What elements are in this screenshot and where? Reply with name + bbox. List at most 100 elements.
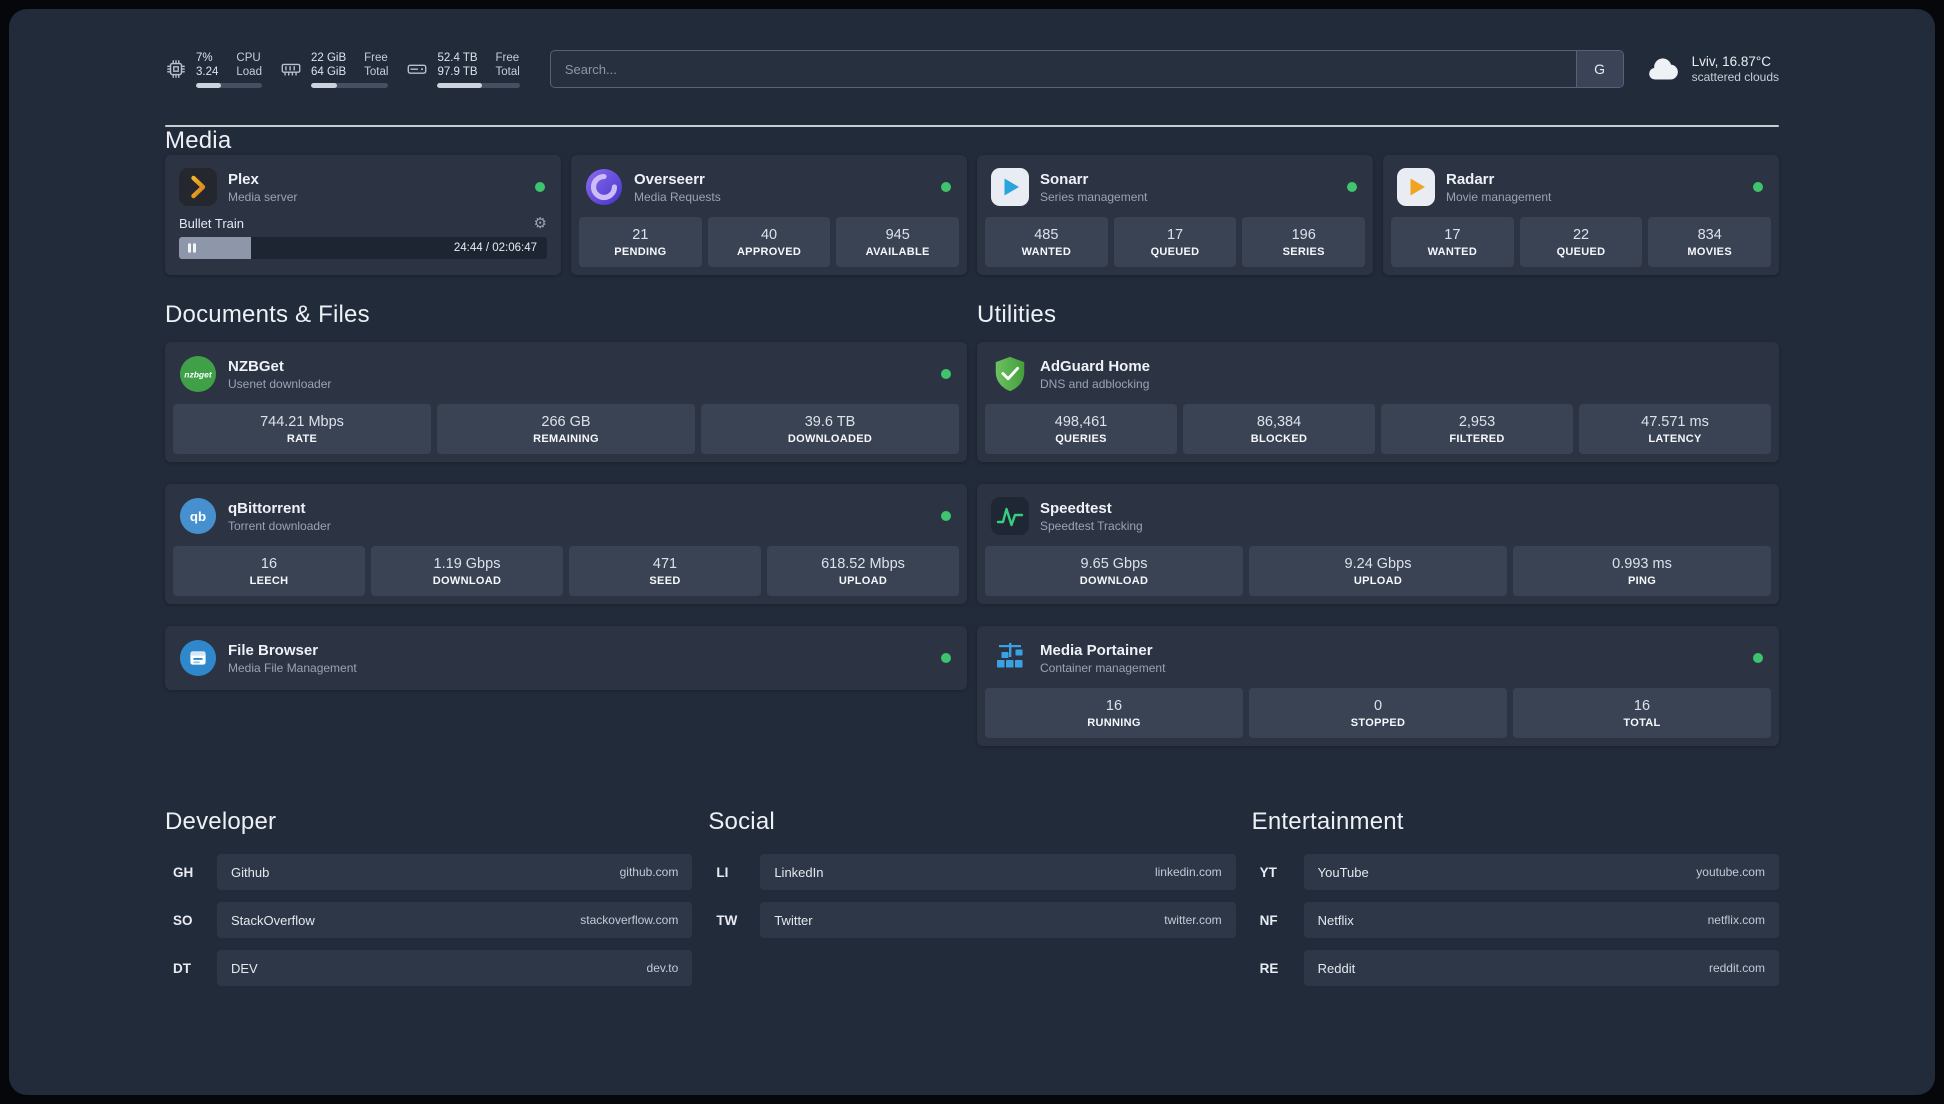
app-card-radarr[interactable]: Radarr Movie management 17 WANTED 22 QUEUE… [1383,155,1779,275]
bookmark-abbr: SO [173,912,193,928]
bookmark-heading-entertainment: Entertainment [1251,808,1404,835]
stat-tile: 1.19 Gbps DOWNLOAD [371,546,563,596]
app-stats: 9.65 Gbps DOWNLOAD 9.24 Gbps UPLOAD 0.993 … [985,546,1771,596]
stat-tile: 471 SEED [569,546,761,596]
app-title: NZBGet [228,357,284,375]
bookmarks-section: Developer GH Github github.com SO StackOv… [165,808,1779,1028]
app-card-plex[interactable]: Plex Media server Bullet Train ⚙ 24:44 /… [165,155,561,275]
app-stats: 744.21 Mbps RATE 266 GB REMAINING 39.6 TB D… [173,404,959,454]
media-card-row: Plex Media server Bullet Train ⚙ 24:44 /… [165,155,1779,275]
stat-tile: 744.21 Mbps RATE [173,404,431,454]
bookmark-name: DEV [231,960,258,976]
pause-icon[interactable] [188,243,196,253]
cpu-icon [165,58,187,80]
stat-tile: 498,461 QUERIES [985,404,1177,454]
ram-monitor: 22 GiB 64 GiB Free Total [280,51,389,88]
bookmark-url: twitter.com [1164,913,1222,927]
search-engine-button[interactable]: G [1575,51,1623,87]
track-title: Bullet Train [179,215,245,231]
app-card-nzbget[interactable]: nzbget NZBGet Usenet downloader 744.21 M… [165,342,967,462]
system-monitors: 7% 3.24 CPU Load 22 GiB 64 GiB Free Tota… [165,51,520,88]
bookmark-reddit[interactable]: RE Reddit reddit.com [1252,950,1779,986]
disk-label-bottom: Total [495,65,520,78]
bookmark-url: youtube.com [1696,865,1765,879]
app-stats: 485 WANTED 17 QUEUED 196 SERIES [985,217,1366,267]
stat-tile: 17 QUEUED [1113,217,1237,267]
disk-icon [406,58,428,80]
stat-tile: 16 TOTAL [1513,688,1771,738]
stat-tile: 16 RUNNING [985,688,1243,738]
bookmark-abbr: RE [1259,960,1279,976]
app-card-qbittorrent[interactable]: qb qBittorrent Torrent downloader 16 LEEC… [165,484,967,604]
bookmark-url: netflix.com [1707,913,1765,927]
stat-tile: 16 LEECH [173,546,365,596]
stat-tile: 945 AVAILABLE [836,217,960,267]
stat-tile: 2,953 FILTERED [1381,404,1573,454]
app-subtitle: Media Requests [634,189,721,204]
stat-tile: 9.24 Gbps UPLOAD [1249,546,1507,596]
status-dot [1347,182,1357,192]
documents-column: Documents & Files nzbget NZBGet Usenet d… [165,301,967,690]
app-subtitle: Media File Management [228,660,357,675]
stat-tile: 0.993 ms PING [1513,546,1771,596]
disk-label-top: Free [495,51,520,64]
bookmark-name: Reddit [1317,960,1356,976]
app-title: Media Portainer [1040,641,1153,659]
bookmark-name: LinkedIn [774,864,824,880]
app-card-speedtest[interactable]: Speedtest Speedtest Tracking 9.65 Gbps DO… [977,484,1779,604]
cloud-icon [1646,55,1682,83]
app-card-sonarr[interactable]: Sonarr Series management 485 WANTED 17 QUE… [977,155,1373,275]
sonarr-icon [991,168,1029,206]
bookmark-netflix[interactable]: NF Netflix netflix.com [1252,902,1779,938]
search-bar: G [549,50,1624,88]
bookmark-abbr: NF [1259,912,1278,928]
app-card-overseerr[interactable]: Overseerr Media Requests 21 PENDING 40 APP… [571,155,967,275]
bookmark-abbr: YT [1259,864,1277,880]
bookmark-linkedin[interactable]: LI LinkedIn linkedin.com [708,854,1236,890]
stat-tile: 86,384 BLOCKED [1183,404,1375,454]
stat-tile: 40 APPROVED [707,217,831,267]
app-subtitle: Usenet downloader [228,376,332,391]
app-subtitle: DNS and adblocking [1040,376,1150,391]
adguard-icon [991,355,1029,393]
app-card-portainer[interactable]: Media Portainer Container management 16 R… [977,626,1779,746]
bookmark-stackoverflow[interactable]: SO StackOverflow stackoverflow.com [165,902,693,938]
app-subtitle: Series management [1040,189,1148,204]
bookmark-group-social: Social LI LinkedIn linkedin.com TW Twitte… [708,808,1236,998]
bookmark-abbr: TW [716,912,738,928]
app-subtitle: Torrent downloader [228,518,331,533]
plex-icon [179,168,217,206]
stat-tile: 618.52 Mbps UPLOAD [767,546,959,596]
app-title: Speedtest [1040,499,1112,517]
app-subtitle: Media server [228,189,298,204]
weather-widget: Lviv, 16.87°C scattered clouds [1646,54,1779,84]
app-title: qBittorrent [228,499,306,517]
stat-tile: 17 WANTED [1391,217,1514,267]
bookmark-url: stackoverflow.com [580,913,679,927]
header-divider [165,125,1779,127]
bookmark-url: github.com [619,865,679,879]
svg-text:qb: qb [190,509,206,524]
app-title: Radarr [1446,170,1495,188]
bookmark-youtube[interactable]: YT YouTube youtube.com [1252,854,1779,890]
status-dot [1753,653,1763,663]
bookmark-dev[interactable]: DT DEV dev.to [165,950,693,986]
app-stats: 498,461 QUERIES 86,384 BLOCKED 2,953 FILTER… [985,404,1771,454]
bookmark-name: StackOverflow [231,912,315,928]
gear-icon[interactable]: ⚙ [534,216,547,231]
bookmark-twitter[interactable]: TW Twitter twitter.com [708,902,1236,938]
ram-total: 64 GiB [310,65,347,78]
app-stats: 21 PENDING 40 APPROVED 945 AVAILABLE [579,217,960,267]
app-card-adguard[interactable]: AdGuard Home DNS and adblocking 498,461 Q… [977,342,1779,462]
disk-usage-bar [437,82,520,88]
stat-tile: 485 WANTED [985,217,1108,267]
search-input[interactable] [550,51,1576,87]
playback-progress-bar[interactable]: 24:44 / 02:06:47 [179,237,547,259]
bookmark-github[interactable]: GH Github github.com [165,854,693,890]
weather-condition: scattered clouds [1691,70,1779,84]
stat-tile: 266 GB REMAINING [437,404,695,454]
app-title: Sonarr [1040,170,1089,188]
bookmark-heading-social: Social [708,808,775,835]
app-card-filebrowser[interactable]: File Browser Media File Management [165,626,967,690]
bookmark-name: Twitter [774,912,813,928]
